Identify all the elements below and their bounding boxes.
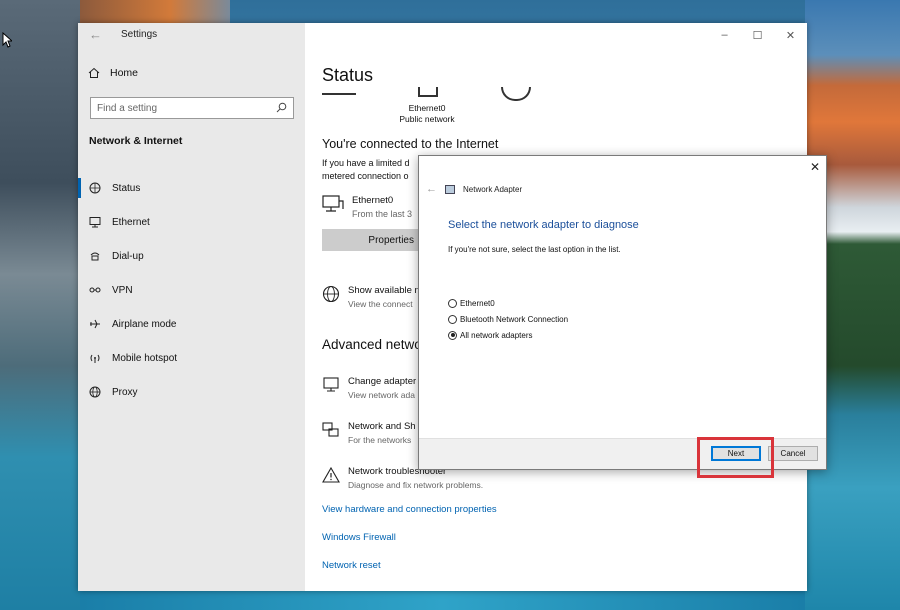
sidebar-item-proxy[interactable]: Proxy: [78, 375, 305, 409]
troubleshooter-sub: Diagnose and fix network problems.: [348, 480, 484, 490]
airplane-icon: [89, 318, 101, 330]
wallpaper-top: [80, 0, 230, 24]
network-diagram-pc-icon: [322, 93, 356, 95]
cancel-button[interactable]: Cancel: [768, 446, 818, 461]
app-title: Settings: [121, 29, 158, 40]
proxy-icon: [89, 386, 101, 398]
settings-sidebar: ← Settings Home Find a setting Network &…: [78, 23, 305, 591]
radio-label: All network adapters: [460, 330, 533, 340]
status-icon: [89, 182, 101, 194]
diagram-network-type: Public network: [399, 114, 455, 124]
dialog-instruction: If you're not sure, select the last opti…: [448, 245, 621, 254]
nav-home[interactable]: Home: [88, 67, 138, 79]
connected-heading: You're connected to the Internet: [322, 137, 499, 151]
show-available-title: Show available n: [348, 285, 418, 296]
dialog-close-icon[interactable]: ✕: [810, 160, 820, 174]
network-sharing-sub: For the networks: [348, 435, 412, 445]
wallpaper-bottom: [80, 590, 805, 610]
next-button-highlight: [697, 437, 774, 478]
change-adapter-title: Change adapter: [348, 376, 417, 387]
monitor-icon: [323, 377, 339, 392]
radio-label: Ethernet0: [460, 298, 495, 308]
connected-text-line: If you have a limited d: [322, 158, 410, 168]
warning-icon: [322, 466, 340, 483]
change-adapter-sub: View network ada: [348, 390, 415, 400]
section-title: Network & Internet: [89, 135, 183, 147]
sidebar-item-label: Status: [112, 182, 141, 194]
sidebar-item-label: Airplane mode: [112, 318, 177, 330]
adapter-name: Ethernet0: [352, 195, 394, 206]
radio-bluetooth[interactable]: Bluetooth Network Connection: [448, 311, 568, 327]
sidebar-item-airplane-mode[interactable]: Airplane mode: [78, 307, 305, 341]
dial-up-icon: [89, 250, 101, 262]
sidebar-item-mobile-hotspot[interactable]: Mobile hotspot: [78, 341, 305, 375]
nav-list: Status Ethernet Dial-up VPN Airplane mod…: [78, 171, 305, 409]
show-available-networks[interactable]: Show available n View the connect: [322, 285, 418, 309]
network-sharing-title: Network and Sh: [348, 421, 416, 432]
wallpaper-left: [0, 0, 80, 610]
vpn-icon: [89, 284, 101, 296]
view-hardware-link[interactable]: View hardware and connection properties: [322, 504, 497, 515]
sidebar-item-ethernet[interactable]: Ethernet: [78, 205, 305, 239]
dialog-title: Network Adapter: [463, 184, 523, 194]
radio-ethernet0[interactable]: Ethernet0: [448, 295, 568, 311]
network-sharing-icon: [322, 422, 339, 437]
network-diagram-label: Ethernet0 Public network: [387, 103, 467, 125]
search-input[interactable]: Find a setting: [90, 97, 294, 119]
hotspot-icon: [89, 352, 101, 364]
nav-home-label: Home: [110, 67, 139, 79]
sidebar-item-label: Mobile hotspot: [112, 352, 178, 364]
dialog-heading: Select the network adapter to diagnose: [448, 219, 639, 231]
properties-button[interactable]: Properties: [322, 229, 418, 251]
sidebar-item-dial-up[interactable]: Dial-up: [78, 239, 305, 273]
dialog-header: ← Network Adapter: [426, 183, 522, 195]
sidebar-item-label: Ethernet: [112, 216, 150, 228]
radio-button-selected[interactable]: [448, 330, 457, 340]
windows-firewall-link[interactable]: Windows Firewall: [322, 532, 396, 543]
adapter-status-row: Ethernet0 From the last 3: [322, 195, 414, 219]
connected-description: If you have a limited d metered connecti…: [322, 157, 422, 183]
network-reset-link[interactable]: Network reset: [322, 560, 381, 571]
sidebar-item-label: Dial-up: [112, 250, 144, 262]
ethernet-icon: [89, 216, 101, 228]
search-placeholder: Find a setting: [97, 102, 158, 114]
connected-text-line: metered connection o: [322, 171, 409, 181]
network-diagram-ethernet-icon: [418, 87, 438, 97]
sidebar-item-label: VPN: [112, 284, 133, 296]
adapter-usage: From the last 3: [352, 209, 413, 219]
radio-all-adapters[interactable]: All network adapters: [448, 327, 568, 343]
network-sharing-center[interactable]: Network and Sh For the networks: [322, 421, 418, 445]
mouse-cursor-icon: [2, 32, 12, 48]
network-diagram-globe-icon: [501, 87, 531, 101]
globe-icon: [322, 285, 340, 303]
radio-label: Bluetooth Network Connection: [460, 314, 569, 324]
radio-button[interactable]: [448, 298, 457, 308]
sidebar-item-label: Proxy: [112, 386, 138, 398]
page-title: Status: [322, 65, 374, 85]
back-arrow-icon[interactable]: ←: [89, 27, 105, 43]
radio-button[interactable]: [448, 314, 457, 324]
sidebar-item-status[interactable]: Status: [78, 171, 305, 205]
dialog-back-icon[interactable]: ←: [426, 183, 437, 195]
search-icon: [276, 102, 287, 113]
troubleshooter-app-icon: [445, 184, 455, 194]
show-available-sub: View the connect: [348, 299, 413, 309]
ethernet-pc-icon: [322, 195, 344, 212]
network-adapter-dialog: ✕ ← Network Adapter Select the network a…: [418, 155, 827, 470]
change-adapter-options[interactable]: Change adapter View network ada: [322, 376, 418, 400]
adapter-radio-list: Ethernet0 Bluetooth Network Connection A…: [448, 295, 568, 343]
diagram-adapter-name: Ethernet0: [408, 103, 446, 113]
sidebar-item-vpn[interactable]: VPN: [78, 273, 305, 307]
home-icon: [88, 67, 100, 78]
advanced-heading: Advanced network settings: [322, 337, 419, 352]
